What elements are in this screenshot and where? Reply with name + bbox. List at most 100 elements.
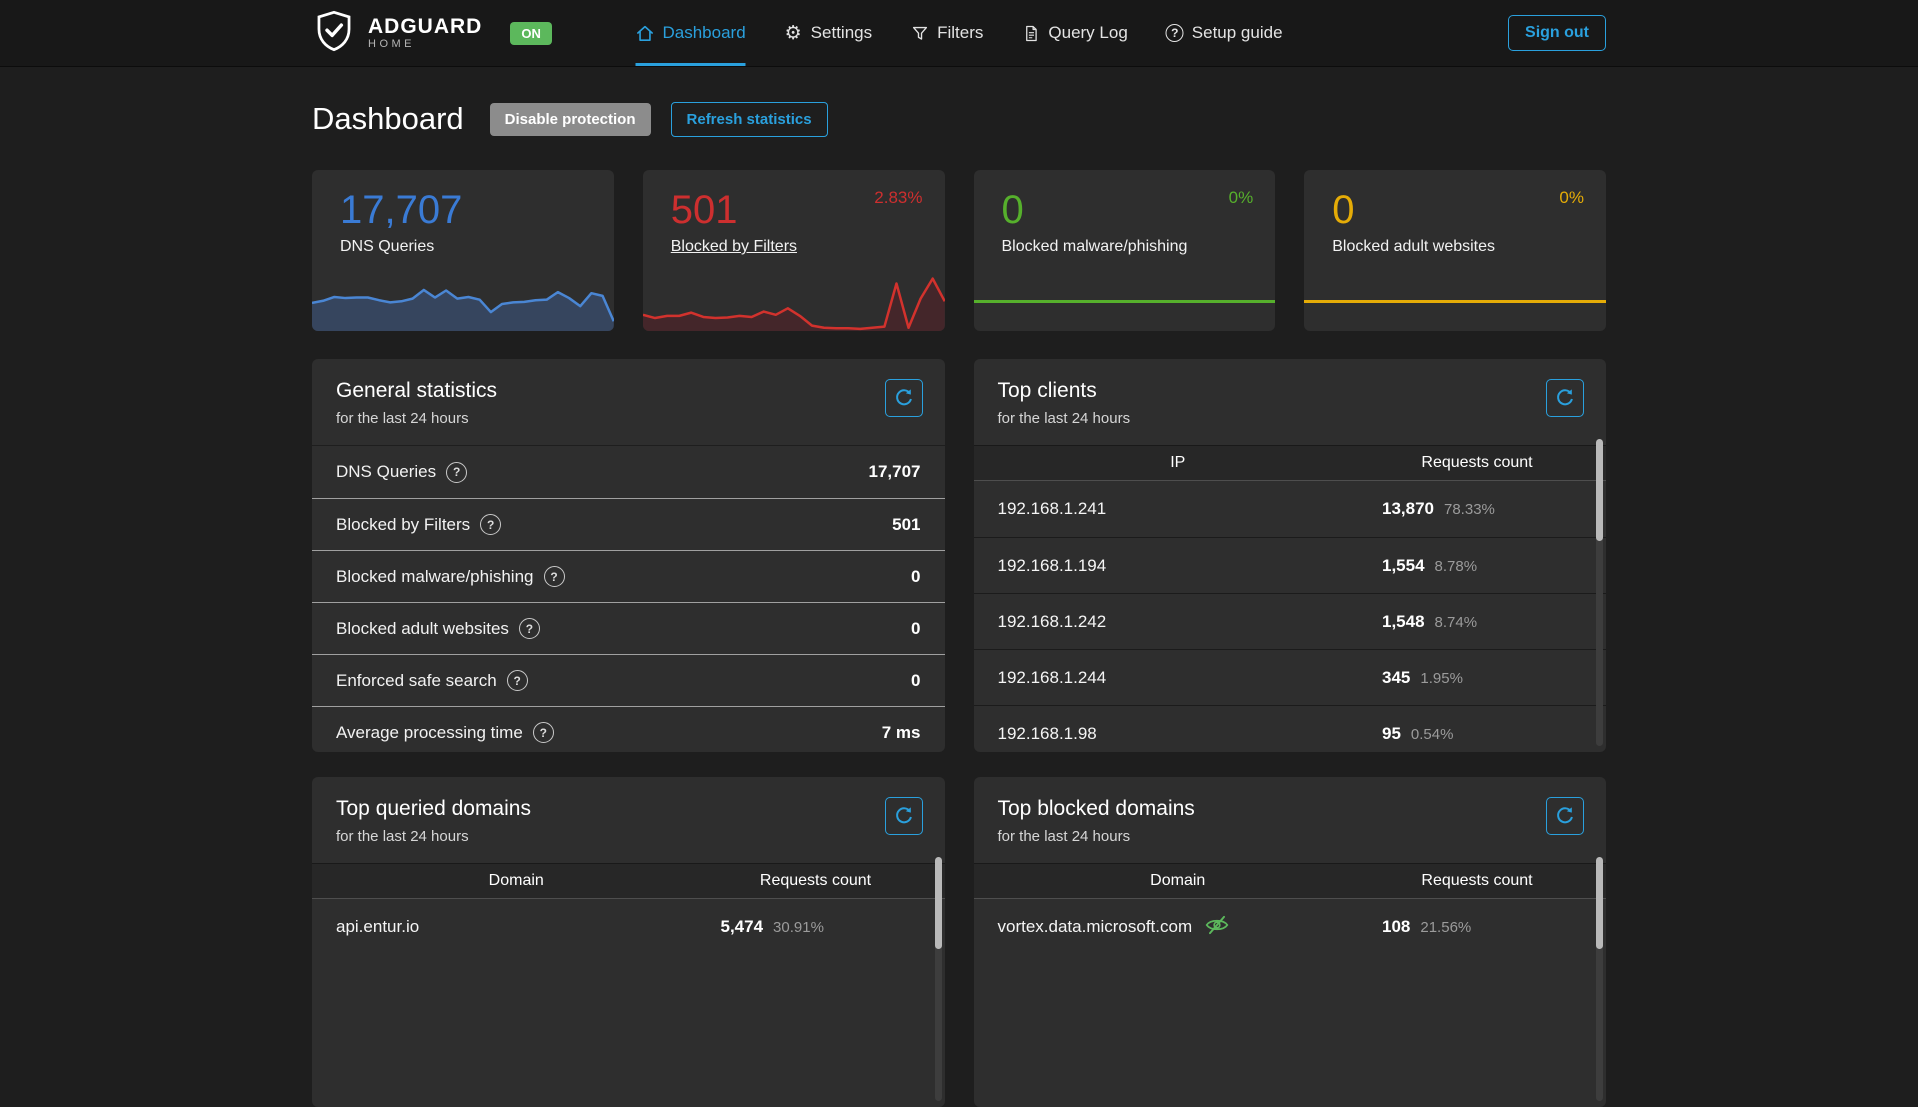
funnel-icon [910, 24, 929, 43]
request-percent: 8.74% [1435, 614, 1478, 631]
general-statistics-panel: General statistics for the last 24 hours… [312, 359, 945, 752]
column-header-domain: Domain [312, 872, 721, 890]
disable-protection-button[interactable]: Disable protection [490, 103, 651, 136]
table-header: IP Requests count [974, 445, 1607, 481]
stat-cards: 17,707 DNS Queries 501 Blocked by Filter… [312, 170, 1606, 331]
client-row: 192.168.1.98 950.54% [974, 705, 1607, 752]
stat-row: Average processing time? 7 ms [312, 706, 945, 752]
refresh-icon [894, 387, 914, 410]
refresh-panel-button[interactable] [885, 797, 923, 835]
card-label: DNS Queries [312, 232, 614, 256]
panel-title: Top blocked domains [998, 797, 1583, 821]
document-icon [1021, 24, 1040, 43]
nav-item-settings[interactable]: ⚙ Settings [784, 0, 872, 66]
help-icon[interactable]: ? [533, 722, 554, 743]
column-header-ip: IP [974, 454, 1383, 472]
stat-row: DNS Queries? 17,707 [312, 446, 945, 498]
client-ip[interactable]: 192.168.1.242 [974, 612, 1383, 632]
brand-name: ADGUARD [368, 16, 482, 38]
help-icon[interactable]: ? [480, 514, 501, 535]
stat-row: Blocked malware/phishing? 0 [312, 550, 945, 602]
refresh-statistics-button[interactable]: Refresh statistics [671, 102, 828, 137]
domain-name[interactable]: api.entur.io [312, 917, 721, 937]
blocked-filters-sparkline [643, 277, 945, 331]
refresh-panel-button[interactable] [1546, 797, 1584, 835]
request-count: 1,554 [1382, 556, 1425, 576]
home-icon [636, 24, 655, 43]
client-row: 192.168.1.241 13,870 78.33% [974, 481, 1607, 537]
stat-label: Blocked adult websites [336, 619, 509, 639]
nav-menu: Dashboard ⚙ Settings Filters Query Log [636, 0, 1283, 66]
nav-item-label: Dashboard [663, 23, 746, 43]
stat-label: Average processing time [336, 723, 523, 743]
scrollbar-thumb[interactable] [935, 857, 942, 949]
adguard-logo[interactable]: ADGUARD HOME ON [312, 9, 552, 58]
stat-value: 17,707 [869, 462, 921, 482]
stat-label: DNS Queries [336, 462, 436, 482]
card-blocked-malware: 0 Blocked malware/phishing 0% [974, 170, 1276, 331]
nav-item-label: Filters [937, 23, 983, 43]
card-percent: 0% [1229, 188, 1254, 208]
sign-out-button[interactable]: Sign out [1508, 15, 1606, 51]
request-percent: 8.78% [1435, 558, 1478, 575]
eye-off-icon[interactable] [1204, 914, 1230, 941]
client-ip[interactable]: 192.168.1.194 [974, 556, 1383, 576]
client-row: 192.168.1.194 1,554 8.78% [974, 537, 1607, 593]
nav-item-setup-guide[interactable]: ? Setup guide [1166, 0, 1283, 66]
help-icon[interactable]: ? [519, 618, 540, 639]
gear-icon: ⚙ [784, 24, 803, 43]
malware-flat-sparkline [974, 300, 1276, 303]
dns-queries-sparkline [312, 277, 614, 331]
card-label-link[interactable]: Blocked by Filters [643, 232, 945, 256]
nav-item-dashboard[interactable]: Dashboard [636, 0, 746, 66]
card-label: Blocked adult websites [1304, 232, 1606, 256]
card-value: 17,707 [312, 170, 614, 232]
top-clients-panel: Top clients for the last 24 hours IP Req… [974, 359, 1607, 752]
panel-subtitle: for the last 24 hours [336, 410, 921, 427]
stat-value: 0 [911, 671, 920, 691]
stat-value: 501 [892, 515, 920, 535]
table-header: Domain Requests count [312, 863, 945, 899]
panel-title: Top queried domains [336, 797, 921, 821]
request-count: 5,474 [721, 917, 764, 937]
request-count: 345 [1382, 668, 1410, 688]
panel-subtitle: for the last 24 hours [336, 828, 921, 845]
nav-item-label: Settings [811, 23, 872, 43]
nav-item-filters[interactable]: Filters [910, 0, 983, 66]
client-ip[interactable]: 192.168.1.98 [974, 724, 1383, 744]
scrollbar-thumb[interactable] [1596, 439, 1603, 541]
help-icon[interactable]: ? [544, 566, 565, 587]
adult-flat-sparkline [1304, 300, 1606, 303]
card-blocked-by-filters: 501 Blocked by Filters 2.83% [643, 170, 945, 331]
stat-value: 0 [911, 567, 920, 587]
scrollbar-track [1596, 439, 1603, 746]
refresh-icon [894, 805, 914, 828]
panel-title: Top clients [998, 379, 1583, 403]
help-icon[interactable]: ? [446, 462, 467, 483]
question-circle-icon: ? [1166, 24, 1184, 42]
scrollbar-thumb[interactable] [1596, 857, 1603, 949]
nav-item-query-log[interactable]: Query Log [1021, 0, 1127, 66]
refresh-panel-button[interactable] [1546, 379, 1584, 417]
client-ip[interactable]: 192.168.1.244 [974, 668, 1383, 688]
request-count: 108 [1382, 917, 1410, 937]
request-count: 13,870 [1382, 499, 1434, 519]
refresh-icon [1555, 387, 1575, 410]
client-ip[interactable]: 192.168.1.241 [974, 499, 1383, 519]
refresh-panel-button[interactable] [885, 379, 923, 417]
page-title: Dashboard [312, 101, 464, 137]
card-percent: 2.83% [874, 188, 922, 208]
stat-label: Blocked by Filters [336, 515, 470, 535]
help-icon[interactable]: ? [507, 670, 528, 691]
nav-item-label: Query Log [1048, 23, 1127, 43]
card-dns-queries: 17,707 DNS Queries [312, 170, 614, 331]
top-blocked-domains-panel: Top blocked domains for the last 24 hour… [974, 777, 1607, 1107]
request-count: 1,548 [1382, 612, 1425, 632]
column-header-requests: Requests count [1382, 872, 1572, 890]
scrollbar-track [935, 857, 942, 1101]
domain-name[interactable]: vortex.data.microsoft.com [998, 917, 1193, 937]
column-header-requests: Requests count [1382, 454, 1572, 472]
scrollbar-track [1596, 857, 1603, 1101]
request-percent: 78.33% [1444, 501, 1495, 518]
stat-value: 0 [911, 619, 920, 639]
